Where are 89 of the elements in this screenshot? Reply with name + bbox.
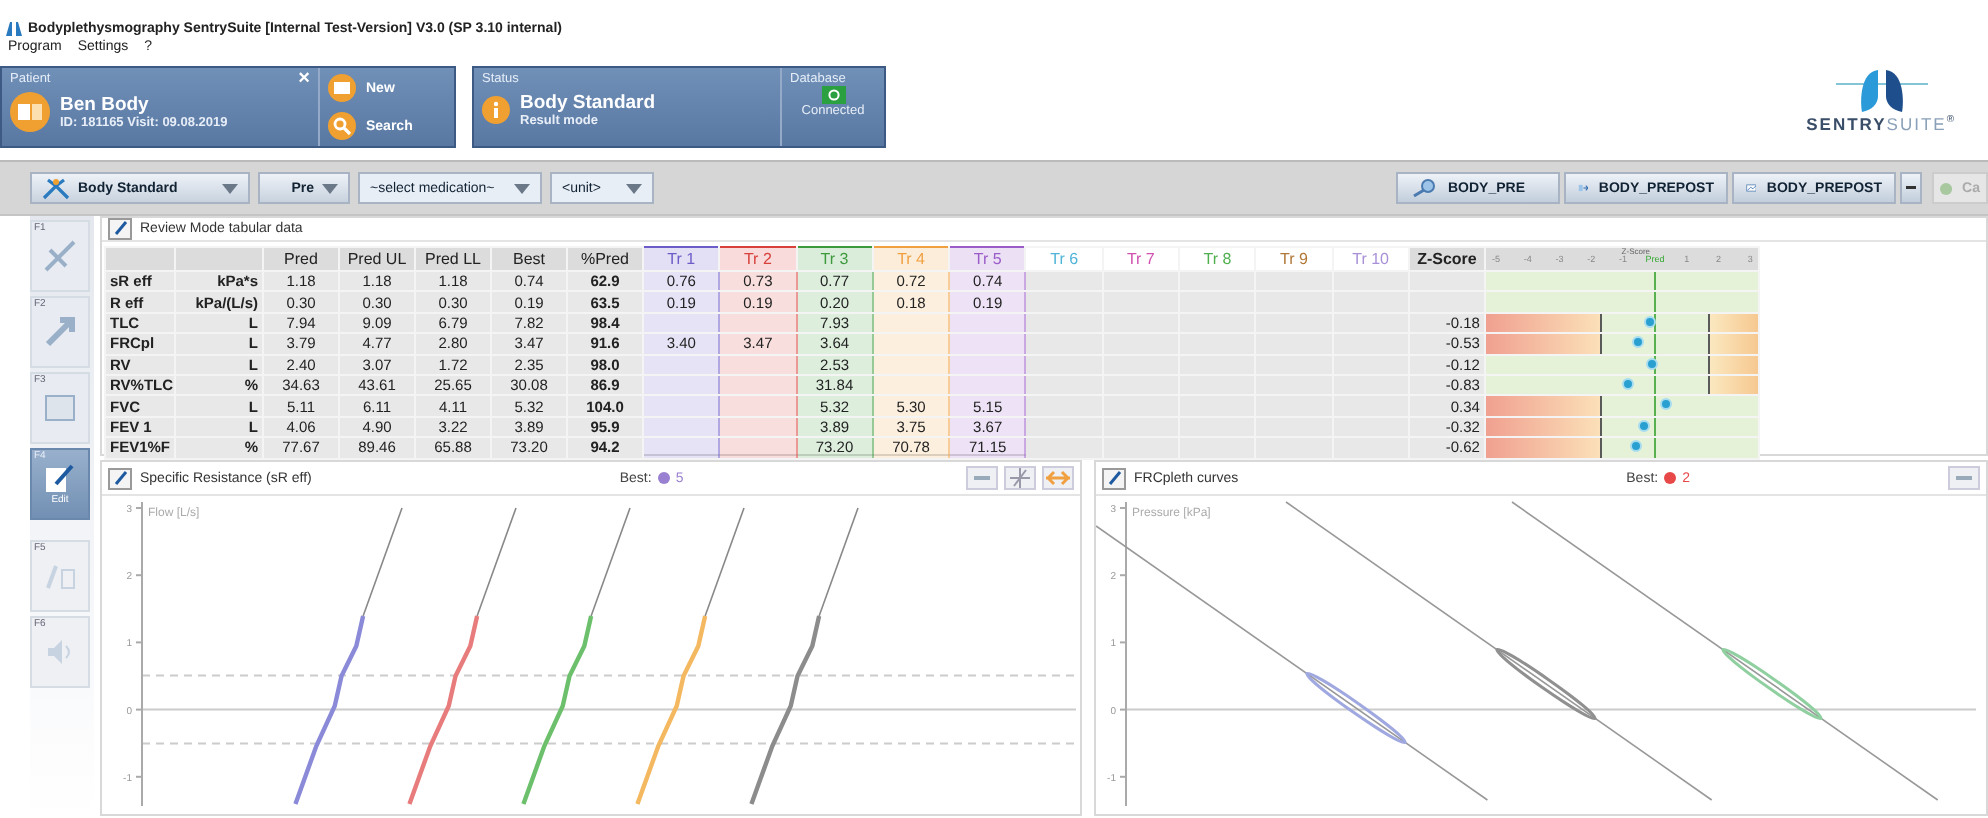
column-header: Pred UL xyxy=(339,247,415,271)
lower-limit-zone xyxy=(1486,314,1603,332)
brand-name: SENTRYSUITE$^{®}$ xyxy=(1806,114,1956,134)
edit-icon xyxy=(108,218,132,240)
table-cell xyxy=(643,416,720,438)
z-score-marker-icon xyxy=(1622,377,1635,390)
table-cell xyxy=(643,354,720,375)
scale-icon xyxy=(972,472,992,484)
table-cell xyxy=(1025,291,1103,313)
trial-header: Tr 2 xyxy=(719,247,797,271)
info-icon xyxy=(482,96,510,124)
auto-scale-button[interactable] xyxy=(966,466,998,490)
caret-icon xyxy=(514,183,530,193)
minimize-icon xyxy=(1906,186,1916,190)
edit-icon xyxy=(44,462,76,494)
scale-icon xyxy=(1954,472,1974,484)
trial-header: Tr 4 xyxy=(872,247,950,271)
z-score-marker-icon xyxy=(1643,315,1656,328)
table-cell xyxy=(1025,354,1103,375)
table-cell xyxy=(1025,312,1103,334)
lower-limit-zone xyxy=(1486,335,1603,353)
table-cell xyxy=(643,374,720,396)
caret-icon xyxy=(222,183,238,193)
table-cell xyxy=(719,354,797,375)
column-header: %Pred xyxy=(567,247,643,271)
table-cell xyxy=(719,312,797,334)
table-cell xyxy=(872,333,950,355)
z-score-marker-icon xyxy=(1629,440,1642,453)
upper-limit-zone xyxy=(1707,377,1757,394)
table-cell xyxy=(872,354,950,375)
column-header: Pred LL xyxy=(415,247,491,271)
table-cell xyxy=(1025,416,1103,438)
table-cell xyxy=(949,374,1026,396)
chart-icon xyxy=(1746,178,1757,198)
magnifier-icon xyxy=(1410,178,1438,198)
column-header: Z-Score xyxy=(1408,247,1485,271)
z-score-marker-icon xyxy=(1632,336,1645,349)
table-cell xyxy=(1025,333,1103,355)
pen-trash-icon xyxy=(42,560,78,592)
column-header: Best xyxy=(491,247,567,271)
table-cell xyxy=(719,395,797,417)
z-score-marker-icon xyxy=(1638,419,1651,432)
search-icon xyxy=(328,112,356,140)
lower-limit-zone xyxy=(1486,397,1603,415)
database-icon xyxy=(821,86,845,104)
lower-limit-zone xyxy=(1486,439,1603,456)
arrows-icon xyxy=(1046,470,1070,486)
upper-limit-zone xyxy=(1707,314,1757,332)
upper-limit-zone xyxy=(1707,335,1757,353)
lower-limit-zone xyxy=(1486,418,1603,436)
z-score-marker-icon xyxy=(1659,398,1672,411)
table-cell xyxy=(643,437,720,459)
table-cell xyxy=(1025,395,1103,417)
lungs-logo-icon xyxy=(1835,66,1928,114)
program-name: Body Standard xyxy=(520,92,656,114)
trial-header: Tr 5 xyxy=(949,247,1026,271)
edit-icon xyxy=(108,467,132,489)
curve-icon xyxy=(42,238,78,274)
patient-name: Ben Body xyxy=(60,94,151,116)
column-header: Pred xyxy=(263,247,339,271)
table-cell xyxy=(872,312,950,334)
app-icon xyxy=(6,22,22,36)
auto-scale-button[interactable] xyxy=(1948,466,1980,490)
table-cell xyxy=(1025,271,1103,292)
more-button[interactable] xyxy=(1900,172,1922,204)
table-cell xyxy=(719,374,797,396)
table-cell xyxy=(643,395,720,417)
arrow-icon xyxy=(42,314,78,350)
table-cell xyxy=(949,354,1026,375)
edit-icon xyxy=(1102,467,1126,489)
table-icon xyxy=(42,392,78,424)
table-cell xyxy=(1025,374,1103,396)
cursor-button[interactable] xyxy=(1004,466,1036,490)
table-cell xyxy=(949,333,1026,355)
patient-card-icon xyxy=(10,92,50,132)
crosshair-icon xyxy=(1010,468,1030,488)
trial-header: Tr 1 xyxy=(643,247,720,271)
table-cell xyxy=(643,312,720,334)
z-score-marker-icon xyxy=(1645,357,1658,370)
arrows-button[interactable] xyxy=(1042,466,1074,490)
caret-icon xyxy=(322,183,338,193)
table-cell xyxy=(719,437,797,459)
upper-limit-zone xyxy=(1707,356,1757,373)
table-cell xyxy=(1025,437,1103,459)
caret-icon xyxy=(626,183,642,193)
table-cell xyxy=(872,374,950,396)
table-cell xyxy=(719,416,797,438)
trial-header: Tr 3 xyxy=(796,247,873,271)
table-cell xyxy=(949,312,1026,334)
